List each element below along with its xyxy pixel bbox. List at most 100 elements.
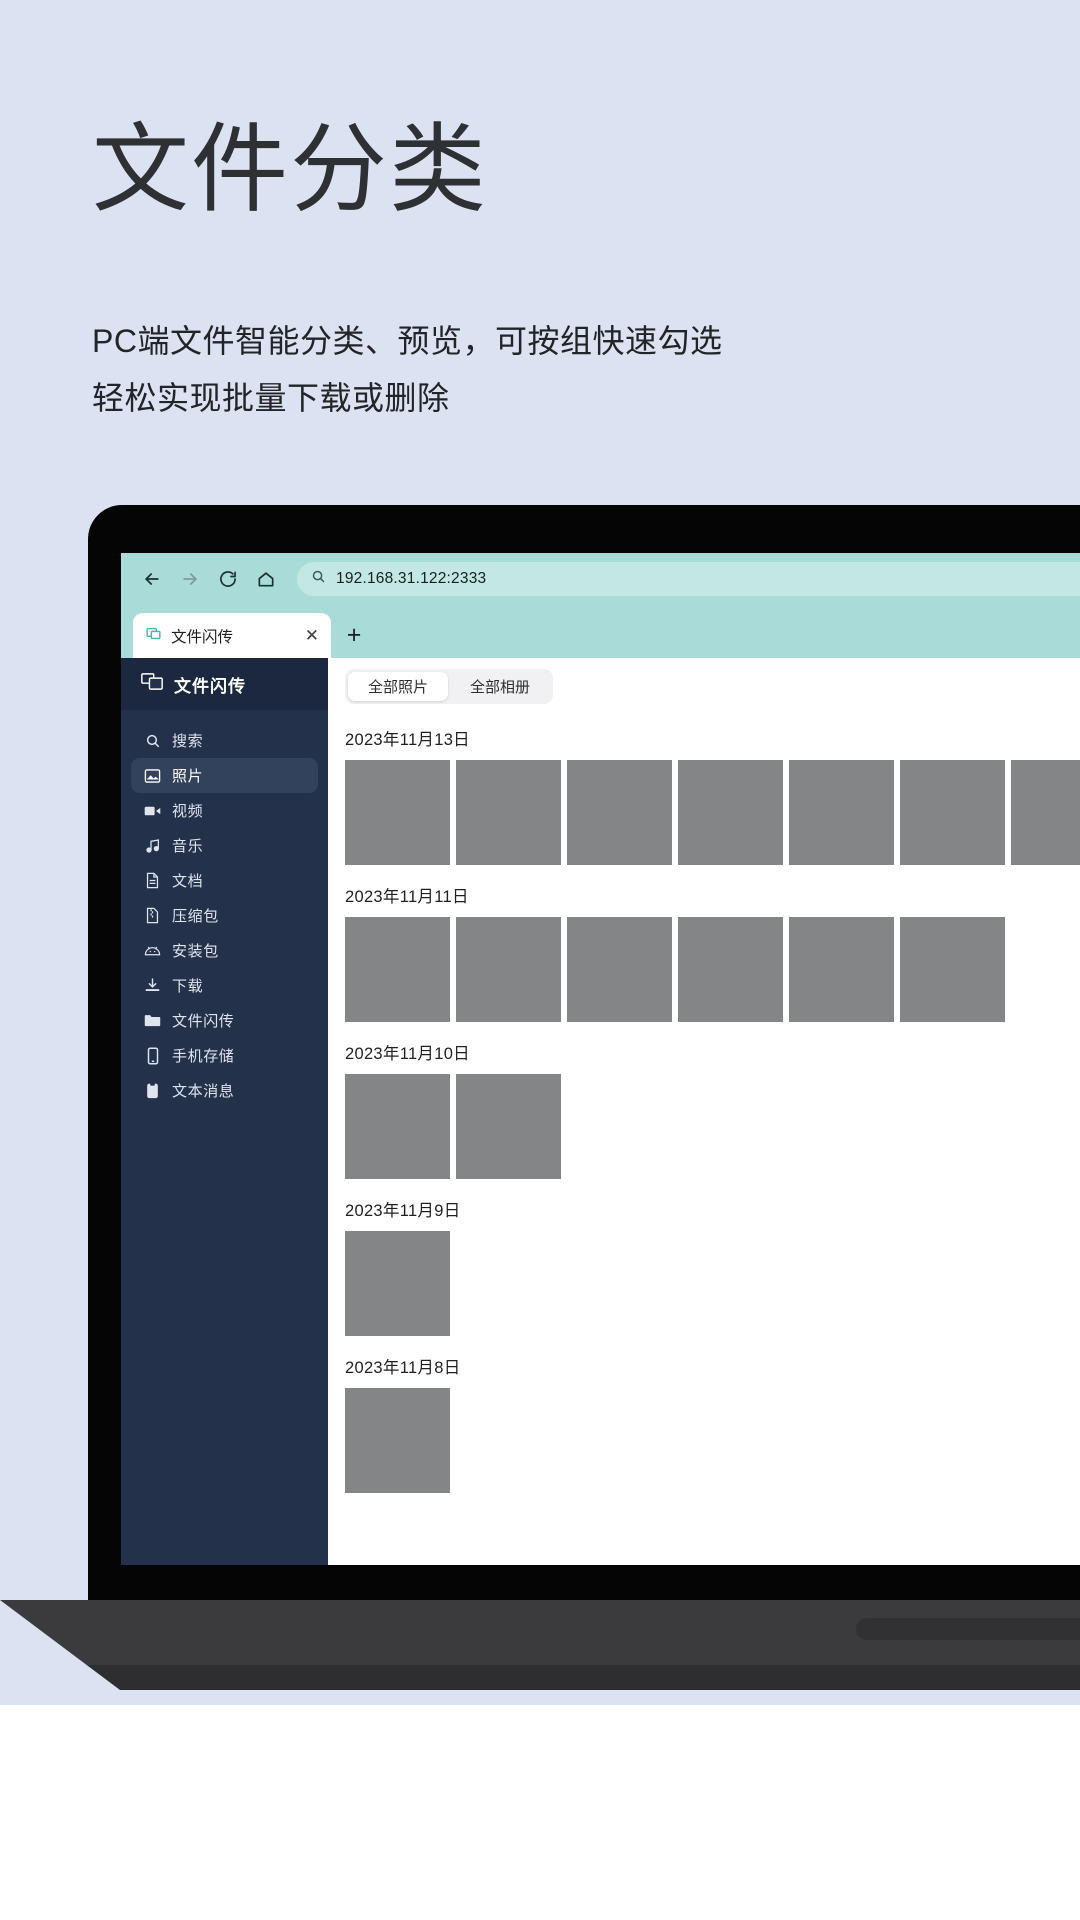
sidebar-item-phone-storage[interactable]: 手机存储 [131, 1038, 318, 1073]
address-bar[interactable]: 192.168.31.122:2333 [297, 562, 1080, 596]
photo-thumbnail[interactable] [900, 760, 1005, 865]
laptop-screen: 192.168.31.122:2333 — 文件闪传 ✕ + [121, 553, 1080, 1565]
photo-thumbnail[interactable] [1011, 760, 1080, 865]
browser-chrome: 192.168.31.122:2333 — 文件闪传 ✕ + [121, 553, 1080, 658]
page-subtitle: PC端文件智能分类、预览，可按组快速勾选 轻松实现批量下载或删除 [92, 313, 722, 427]
laptop-mockup: 192.168.31.122:2333 — 文件闪传 ✕ + [88, 505, 1080, 1705]
devices-icon [141, 672, 163, 696]
photo-thumbnail[interactable] [345, 760, 450, 865]
browser-nav-row: 192.168.31.122:2333 — [121, 553, 1080, 605]
sidebar-item-label: 安装包 [172, 940, 219, 961]
view-tabs: 全部照片 全部相册 [328, 658, 1080, 714]
app-brand: 文件闪传 [121, 658, 328, 710]
laptop-base-lip [0, 1665, 1080, 1690]
address-bar-url: 192.168.31.122:2333 [336, 570, 486, 588]
sidebar-item-label: 手机存储 [172, 1045, 234, 1066]
close-icon[interactable]: ✕ [305, 627, 319, 644]
sidebar-item-label: 下载 [172, 975, 203, 996]
sidebar-item-label: 搜索 [172, 730, 203, 751]
sidebar: 文件闪传 搜索 照片 [121, 658, 328, 1565]
photo-thumbnail[interactable] [900, 917, 1005, 1022]
search-icon [311, 569, 326, 589]
photo-group-date: 2023年11月10日 [345, 1028, 1080, 1074]
sidebar-item-label: 压缩包 [172, 905, 219, 926]
photo-icon [144, 767, 161, 784]
tab-all-albums[interactable]: 全部相册 [450, 672, 550, 701]
photo-group-date: 2023年11月9日 [345, 1185, 1080, 1231]
home-icon[interactable] [249, 562, 283, 596]
photo-group-date: 2023年11月13日 [345, 714, 1080, 760]
sidebar-item-label: 文本消息 [172, 1080, 234, 1101]
sidebar-item-filetransfer[interactable]: 文件闪传 [131, 1003, 318, 1038]
photo-group: 2023年11月8日 [345, 1342, 1080, 1493]
photo-thumbnail[interactable] [678, 760, 783, 865]
arrow-right-icon[interactable] [173, 562, 207, 596]
photo-group-date: 2023年11月8日 [345, 1342, 1080, 1388]
sidebar-item-videos[interactable]: 视频 [131, 793, 318, 828]
photo-thumbnail[interactable] [456, 917, 561, 1022]
browser-tab[interactable]: 文件闪传 ✕ [133, 613, 331, 658]
photo-group: 2023年11月13日 [345, 714, 1080, 865]
document-icon [144, 872, 161, 889]
sidebar-item-label: 音乐 [172, 835, 203, 856]
photo-group-date: 2023年11月11日 [345, 871, 1080, 917]
phone-icon [144, 1047, 161, 1064]
sidebar-item-documents[interactable]: 文档 [131, 863, 318, 898]
folder-icon [144, 1012, 161, 1029]
sidebar-item-apk[interactable]: 安装包 [131, 933, 318, 968]
photo-group-tiles [345, 1388, 1080, 1493]
sidebar-item-photos[interactable]: 照片 [131, 758, 318, 793]
sidebar-item-music[interactable]: 音乐 [131, 828, 318, 863]
photo-group: 2023年11月11日 [345, 871, 1080, 1022]
clipboard-icon [144, 1082, 161, 1099]
page-title: 文件分类 [92, 118, 488, 223]
sidebar-item-archives[interactable]: 压缩包 [131, 898, 318, 933]
photo-group-tiles [345, 1231, 1080, 1336]
photo-thumbnail[interactable] [789, 760, 894, 865]
tab-all-photos[interactable]: 全部照片 [348, 672, 448, 701]
photo-group: 2023年11月10日 [345, 1028, 1080, 1179]
music-icon [144, 837, 161, 854]
sidebar-nav: 搜索 照片 视频 [121, 710, 328, 1108]
photo-thumbnail[interactable] [456, 1074, 561, 1179]
search-icon [144, 732, 161, 749]
photo-thumbnail[interactable] [345, 1074, 450, 1179]
app-window-icon [145, 625, 162, 647]
browser-tab-title: 文件闪传 [171, 625, 296, 647]
photo-thumbnail[interactable] [567, 917, 672, 1022]
browser-tab-strip: 文件闪传 ✕ + [121, 605, 1080, 658]
arrow-left-icon[interactable] [135, 562, 169, 596]
subtitle-line-1: PC端文件智能分类、预览，可按组快速勾选 [92, 313, 722, 370]
photo-group: 2023年11月9日 [345, 1185, 1080, 1336]
sidebar-item-text-messages[interactable]: 文本消息 [131, 1073, 318, 1108]
app-body: 文件闪传 搜索 照片 [121, 658, 1080, 1565]
page-footer-area [0, 1705, 1080, 1920]
sidebar-item-label: 照片 [172, 765, 203, 786]
sidebar-item-label: 文档 [172, 870, 203, 891]
photo-thumbnail[interactable] [345, 917, 450, 1022]
photo-thumbnail[interactable] [567, 760, 672, 865]
download-icon [144, 977, 161, 994]
photo-group-tiles [345, 760, 1080, 865]
photo-thumbnail[interactable] [789, 917, 894, 1022]
video-icon [144, 802, 161, 819]
photo-thumbnail[interactable] [345, 1231, 450, 1336]
android-icon [144, 942, 161, 959]
sidebar-item-search[interactable]: 搜索 [131, 723, 318, 758]
new-tab-button[interactable]: + [331, 613, 377, 658]
sidebar-item-label: 文件闪传 [172, 1010, 234, 1031]
photo-thumbnail[interactable] [345, 1388, 450, 1493]
photos-panel: 全部照片 全部相册 2023年11月13日 [328, 658, 1080, 1565]
laptop-base-notch [856, 1618, 1080, 1640]
sidebar-item-label: 视频 [172, 800, 203, 821]
photo-thumbnail[interactable] [456, 760, 561, 865]
photo-group-tiles [345, 1074, 1080, 1179]
photo-thumbnail[interactable] [678, 917, 783, 1022]
archive-icon [144, 907, 161, 924]
photo-grid: 2023年11月13日 2023年11月11日 [328, 714, 1080, 1493]
app-brand-name: 文件闪传 [174, 672, 246, 697]
reload-icon[interactable] [211, 562, 245, 596]
subtitle-line-2: 轻松实现批量下载或删除 [92, 370, 722, 427]
photo-group-tiles [345, 917, 1080, 1022]
sidebar-item-downloads[interactable]: 下载 [131, 968, 318, 1003]
